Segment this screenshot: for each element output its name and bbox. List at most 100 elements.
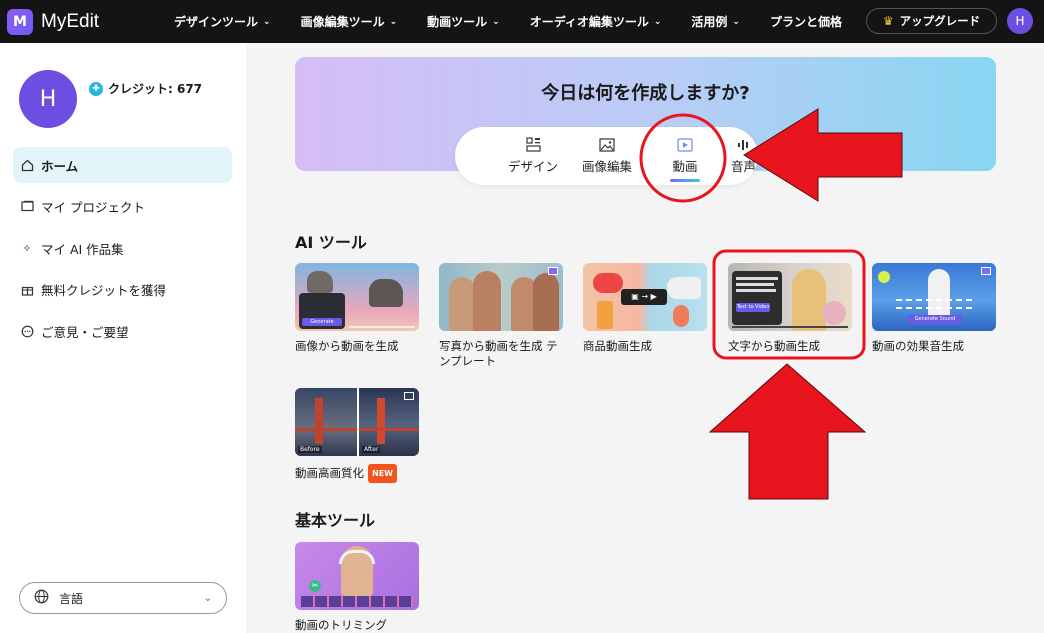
tool-thumbnail: ✂ <box>295 542 419 610</box>
new-badge: NEW <box>368 464 397 483</box>
nav-image-tools[interactable]: 画像編集ツール ⌄ <box>301 13 398 30</box>
tool-card-video-upscale[interactable]: Before After 動画高画質化 NEW <box>295 388 419 483</box>
person-image <box>449 277 475 331</box>
sidebar-item-label: 無料クレジットを獲得 <box>41 282 167 298</box>
profile-avatar[interactable]: H <box>19 70 77 128</box>
tab-design[interactable]: デザイン <box>508 137 558 175</box>
generate-sound-button: Generate Sound <box>908 315 962 324</box>
tab-video[interactable]: 動画 <box>670 137 700 182</box>
tool-card-label-row: 動画高画質化 NEW <box>295 464 419 483</box>
bridge-tower <box>377 398 385 444</box>
product-image <box>593 273 623 293</box>
tool-card-label: 動画の効果音生成 <box>872 339 964 353</box>
tool-thumbnail: Text to Video <box>728 263 852 331</box>
credit-balance: ✚ クレジット: 677 <box>89 80 202 97</box>
sidebar-item-my-projects[interactable]: マイ プロジェクト <box>13 188 232 224</box>
credit-label: クレジット: 677 <box>108 82 203 96</box>
nav-label: オーディオ編集ツール <box>529 15 649 29</box>
product-image <box>667 277 701 299</box>
home-icon <box>20 158 34 172</box>
person-image <box>792 269 826 331</box>
sidebar-item-my-ai-gallery[interactable]: ✧ マイ AI 作品集 <box>13 230 232 266</box>
tool-card-label: 写真から動画を生成 テンプレート <box>439 339 558 368</box>
tennis-ball-image <box>878 271 890 283</box>
tab-label: 画像編集 <box>582 159 633 174</box>
tab-label: 音声 <box>731 159 757 174</box>
crown-icon: ♛ <box>882 14 894 28</box>
active-tab-indicator <box>670 179 700 182</box>
tool-card-product-video[interactable]: ▣ → ▶ 商品動画生成 <box>583 263 707 354</box>
design-icon <box>525 137 541 152</box>
elephant-image <box>307 271 333 293</box>
tool-card-label: 商品動画生成 <box>583 339 652 353</box>
logo-text: MyEdit <box>41 10 100 32</box>
prompt-text <box>736 283 774 286</box>
prompt-text <box>736 289 776 292</box>
tool-card-label: 画像から動画を生成 <box>295 339 399 353</box>
nav-label: デザインツール <box>174 15 259 29</box>
tool-thumbnail <box>439 263 563 331</box>
nav-design-tools[interactable]: デザインツール ⌄ <box>174 13 271 30</box>
tool-card-image-to-video[interactable]: Generate 画像から動画を生成 <box>295 263 419 354</box>
upgrade-label: アップグレード <box>899 14 981 28</box>
product-image <box>597 301 613 329</box>
prompt-panel: Text to Video <box>732 271 782 325</box>
nav-pricing[interactable]: プランと価格 <box>770 13 842 30</box>
cut-icon: ✂ <box>309 580 321 592</box>
gift-icon <box>20 282 34 296</box>
video-icon <box>677 137 693 152</box>
tool-card-text-to-video[interactable]: Text to Video 文字から動画生成 <box>728 263 852 354</box>
main-nav: デザインツール ⌄ 画像編集ツール ⌄ 動画ツール ⌄ オーディオ編集ツール ⌄ 活用例… <box>174 0 872 43</box>
nav-label: 画像編集ツール <box>300 15 385 29</box>
tab-audio[interactable]: 音声 <box>731 137 756 175</box>
elephant-image <box>369 279 403 307</box>
logo[interactable]: M MyEdit <box>7 8 157 35</box>
upgrade-button[interactable]: ♛ アップグレード <box>866 8 997 34</box>
tool-card-label: 動画高画質化 <box>295 466 364 480</box>
generate-button: Generate <box>302 318 342 326</box>
tool-thumbnail: ▣ → ▶ <box>583 263 707 331</box>
sidebar-item-free-credits[interactable]: 無料クレジットを獲得 <box>13 271 232 307</box>
section-title-basic-tools: 基本ツール <box>295 511 376 530</box>
tool-thumbnail: Generate <box>295 263 419 331</box>
after-label: After <box>362 446 381 453</box>
tool-card-label: 動画のトリミング <box>295 618 387 632</box>
timeline-strip <box>301 596 413 607</box>
template-icon <box>548 267 558 275</box>
tab-image-edit[interactable]: 画像編集 <box>582 137 632 175</box>
person-image <box>473 271 501 331</box>
tool-card-label: 文字から動画生成 <box>728 339 820 353</box>
convert-badge: ▣ → ▶ <box>621 289 667 305</box>
sidebar-item-label: ご意見・ご要望 <box>41 324 129 340</box>
nav-use-cases[interactable]: 活用例 ⌄ <box>691 13 740 30</box>
language-selector[interactable]: 言語 ⌄ <box>19 582 227 614</box>
user-avatar[interactable]: H <box>1007 8 1033 34</box>
nav-label: 動画ツール <box>427 15 488 29</box>
sidebar-item-feedback[interactable]: ご意見・ご要望 <box>13 313 232 349</box>
credit-icon: ✚ <box>89 81 103 96</box>
sparkle-icon: ✧ <box>22 241 32 255</box>
sidebar-item-home[interactable]: ホーム <box>13 147 232 183</box>
prompt-text <box>736 277 778 280</box>
chevron-down-icon: ⌄ <box>203 592 212 604</box>
audio-icon <box>736 137 752 152</box>
tool-card-video-sound-effects[interactable]: Generate Sound 動画の効果音生成 <box>872 263 996 354</box>
person-image <box>533 273 559 331</box>
hero-title: 今日は何を作成しますか? <box>541 83 750 104</box>
chevron-down-icon: ⌄ <box>732 16 740 27</box>
top-nav-bar: M MyEdit デザインツール ⌄ 画像編集ツール ⌄ 動画ツール ⌄ オーディオ編… <box>0 0 1044 43</box>
tool-card-photo-to-video-template[interactable]: 写真から動画を生成 テンプレート <box>439 263 563 369</box>
folder-icon <box>20 199 34 213</box>
tool-card-video-trim[interactable]: ✂ 動画のトリミング <box>295 542 419 633</box>
creation-type-tabs: デザイン 画像編集 動画 音声 <box>455 127 758 185</box>
language-label: 言語 <box>59 591 84 606</box>
nav-video-tools[interactable]: 動画ツール ⌄ <box>427 13 500 30</box>
nav-label: プランと価格 <box>769 15 842 29</box>
template-icon <box>981 267 991 275</box>
nav-label: 活用例 <box>691 15 728 29</box>
flower-image <box>822 301 846 325</box>
nav-audio-tools[interactable]: オーディオ編集ツール ⌄ <box>530 13 662 30</box>
prompt-panel: Generate <box>299 293 345 329</box>
logo-icon: M <box>7 8 33 35</box>
sidebar-item-label: マイ プロジェクト <box>41 199 145 215</box>
